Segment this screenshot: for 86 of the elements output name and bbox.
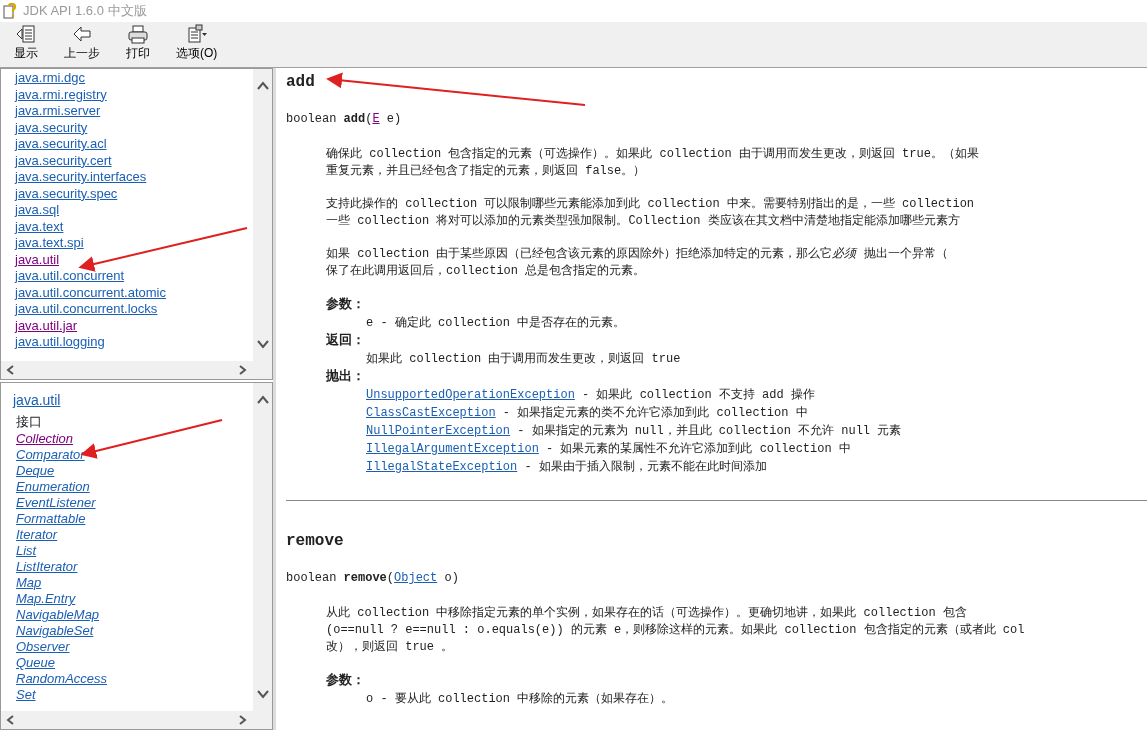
- package-link[interactable]: java.util: [15, 251, 253, 268]
- description-text: (o==null ? e==null : o.equals(e)) 的元素 e，则移除这样的元素。如果此 collection 包含指定的元素（或者此 col: [326, 622, 1026, 639]
- vertical-scrollbar[interactable]: [253, 383, 272, 711]
- exception-description: - 如果由于插入限制，元素不能在此时间添加: [523, 460, 767, 474]
- method-signature: boolean remove(Object o): [286, 570, 460, 587]
- back-button[interactable]: 上一步: [58, 24, 106, 65]
- detail-text: e - 确定此 collection 中是否存在的元素。: [366, 315, 627, 332]
- exception-description: - 如果元素的某属性不允许它添加到此 collection 中: [545, 442, 851, 456]
- interface-link[interactable]: Deque: [16, 463, 253, 479]
- interface-link[interactable]: EventListener: [16, 495, 253, 511]
- description-text: 保了在此调用返回后，collection 总是包含指定的元素。: [326, 263, 647, 280]
- package-title-link[interactable]: java.util: [13, 391, 253, 409]
- show-pane-icon: [15, 24, 37, 44]
- description-text: 从此 collection 中移除指定元素的单个实例，如果存在的话（可选操作）。更确切地讲，如果此 collection 包含: [326, 605, 968, 622]
- vertical-scrollbar[interactable]: [253, 69, 272, 361]
- exception-description: - 如果指定元素的类不允许它添加到此 collection 中: [501, 406, 808, 420]
- package-link[interactable]: java.security.interfaces: [15, 169, 253, 186]
- type-link[interactable]: E: [372, 112, 380, 126]
- description-text: 支持此操作的 collection 可以限制哪些元素能添加到此 collection 中来。需要特别指出的是，一些 collection: [326, 196, 976, 213]
- package-link[interactable]: java.util.concurrent.atomic: [15, 284, 253, 301]
- detail-text: o - 要从此 collection 中移除的元素（如果存在）。: [366, 691, 675, 708]
- package-link[interactable]: java.util.logging: [15, 334, 253, 351]
- show-button[interactable]: 显示: [8, 24, 44, 65]
- interface-link[interactable]: Formattable: [16, 511, 253, 527]
- description-text: 改），则返回 true 。: [326, 639, 455, 656]
- type-link[interactable]: Object: [394, 571, 438, 585]
- description-text: 重复元素，并且已经包含了指定的元素，则返回 false。）: [326, 163, 647, 180]
- interface-link[interactable]: RandomAccess: [16, 671, 253, 687]
- interface-link[interactable]: List: [16, 543, 253, 559]
- scroll-up-icon[interactable]: [256, 395, 269, 405]
- section-label: 返回：: [326, 332, 366, 350]
- options-icon: [185, 24, 208, 44]
- horizontal-scrollbar[interactable]: [1, 711, 272, 729]
- exception-link[interactable]: NullPointerException: [366, 424, 511, 438]
- package-link[interactable]: java.util.jar: [15, 317, 253, 334]
- method-heading: remove: [286, 531, 344, 552]
- package-link[interactable]: java.sql: [15, 202, 253, 219]
- interface-link[interactable]: Queue: [16, 655, 253, 671]
- package-link[interactable]: java.security.cert: [15, 152, 253, 169]
- package-link[interactable]: java.util.concurrent.locks: [15, 301, 253, 318]
- package-link[interactable]: java.util.concurrent: [15, 268, 253, 285]
- interface-link[interactable]: ListIterator: [16, 559, 253, 575]
- exception-link[interactable]: IllegalArgumentException: [366, 442, 539, 456]
- scroll-up-icon[interactable]: [256, 81, 269, 91]
- exception-description: - 如果指定的元素为 null，并且此 collection 不允许 null 元素: [516, 424, 902, 438]
- package-link[interactable]: java.security.spec: [15, 185, 253, 202]
- window-title: JDK API 1.6.0 中文版: [23, 2, 147, 21]
- exception-link[interactable]: ClassCastException: [366, 406, 496, 420]
- section-label: 参数：: [326, 296, 366, 314]
- detail-text: 如果此 collection 由于调用而发生更改，则返回 true: [366, 351, 682, 368]
- package-link[interactable]: java.text: [15, 218, 253, 235]
- package-link[interactable]: java.rmi.dgc: [15, 70, 253, 87]
- exception-link[interactable]: IllegalStateException: [366, 460, 518, 474]
- interface-link[interactable]: NavigableMap: [16, 607, 253, 623]
- interface-link[interactable]: Map: [16, 575, 253, 591]
- method-signature: boolean add(E e): [286, 111, 403, 128]
- section-label: 参数：: [326, 672, 366, 690]
- package-link[interactable]: java.rmi.server: [15, 103, 253, 120]
- horizontal-scrollbar[interactable]: [1, 361, 272, 379]
- exception-link[interactable]: UnsupportedOperationException: [366, 388, 575, 402]
- method-heading: add: [286, 72, 315, 93]
- options-button[interactable]: 选项(O): [170, 24, 224, 65]
- package-link[interactable]: java.rmi.registry: [15, 86, 253, 103]
- package-link[interactable]: java.text.spi: [15, 235, 253, 252]
- interface-link[interactable]: Iterator: [16, 527, 253, 543]
- interface-link[interactable]: NavigableSet: [16, 623, 253, 639]
- printer-icon: [127, 24, 149, 44]
- print-button[interactable]: 打印: [120, 24, 156, 65]
- interface-link[interactable]: Enumeration: [16, 479, 253, 495]
- section-heading: 接口: [16, 413, 43, 431]
- interface-link[interactable]: Observer: [16, 639, 253, 655]
- help-file-icon: [3, 3, 19, 19]
- section-label: 抛出：: [326, 368, 366, 386]
- interface-link[interactable]: Comparator: [16, 447, 253, 463]
- description-text: 一些 collection 将对可以添加的元素类型强加限制。Collection 类应该在其文档中清楚地指定能添加哪些元素方: [326, 213, 961, 230]
- scroll-down-icon[interactable]: [256, 339, 269, 349]
- description-text: 确保此 collection 包含指定的元素（可选操作）。如果此 collection 由于调用而发生更改，则返回 true。（如果: [326, 146, 980, 163]
- scroll-down-icon[interactable]: [256, 689, 269, 699]
- package-link[interactable]: java.security.acl: [15, 136, 253, 153]
- back-arrow-icon: [71, 24, 93, 44]
- interface-link[interactable]: Set: [16, 687, 253, 703]
- exception-description: - 如果此 collection 不支持 add 操作: [581, 388, 815, 402]
- package-link[interactable]: java.security: [15, 119, 253, 136]
- interface-link[interactable]: Map.Entry: [16, 591, 253, 607]
- description-text: 如果 collection 由于某些原因（已经包含该元素的原因除外）拒绝添加特定的元素，那么它必须 抛出一个异常（: [326, 246, 949, 263]
- interface-link[interactable]: Collection: [16, 431, 253, 447]
